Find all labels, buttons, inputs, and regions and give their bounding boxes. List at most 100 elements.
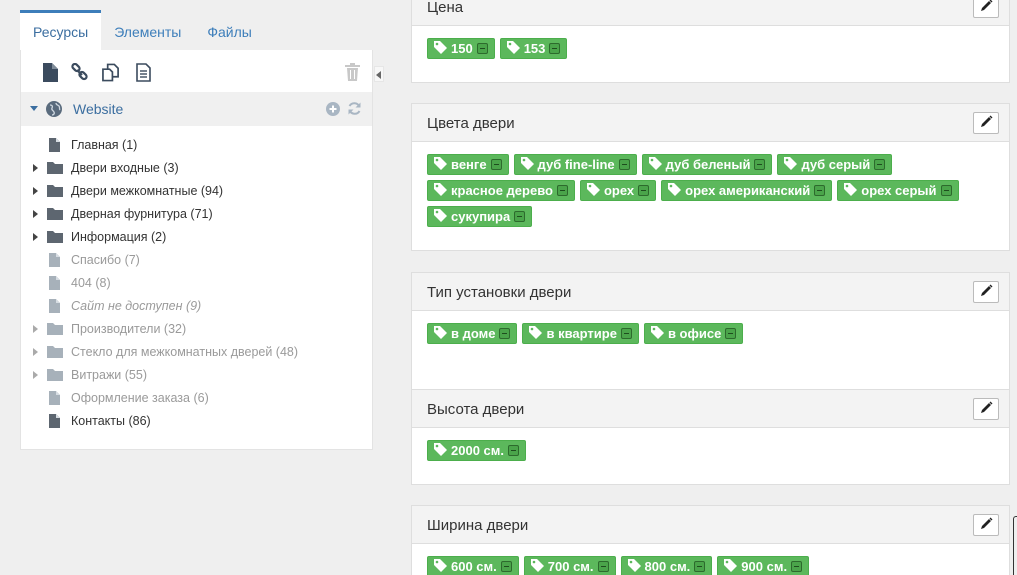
- tab-files[interactable]: Файлы: [194, 10, 264, 50]
- remove-tag-icon[interactable]: [725, 328, 737, 339]
- option-tag[interactable]: дуб беленый: [641, 154, 773, 175]
- tag-icon: [434, 325, 447, 342]
- option-tag[interactable]: в квартире: [522, 323, 639, 344]
- tree-node[interactable]: Двери межкомнатные (94): [21, 180, 372, 203]
- tree-node-label: Сайт не доступен (9): [71, 299, 202, 313]
- edit-button[interactable]: [973, 398, 999, 420]
- pencil-icon: [980, 401, 993, 417]
- remove-tag-icon[interactable]: [694, 561, 706, 572]
- expand-arrow-icon[interactable]: [33, 371, 38, 379]
- remove-tag-icon[interactable]: [549, 43, 561, 54]
- text-document-icon[interactable]: [134, 62, 152, 82]
- remove-tag-icon[interactable]: [500, 561, 512, 572]
- remove-tag-icon[interactable]: [476, 43, 488, 54]
- tab-resources[interactable]: Ресурсы: [20, 10, 102, 50]
- option-tag[interactable]: орех американский: [661, 180, 833, 201]
- tag-icon: [520, 156, 534, 173]
- folder-icon: [47, 230, 63, 246]
- remove-tag-icon[interactable]: [499, 328, 511, 339]
- edit-button[interactable]: [973, 281, 999, 303]
- option-tag[interactable]: красное дерево: [427, 180, 575, 201]
- remove-tag-icon[interactable]: [597, 561, 609, 572]
- add-resource-icon[interactable]: [326, 102, 340, 119]
- card-title: Тип установки двери: [427, 284, 572, 301]
- remove-tag-icon[interactable]: [638, 185, 650, 196]
- remove-tag-icon[interactable]: [874, 159, 886, 170]
- tree-node[interactable]: Дверная фурнитура (71): [21, 203, 372, 226]
- tab-elements[interactable]: Элементы: [101, 10, 194, 50]
- tag-label: сукупира: [451, 209, 511, 224]
- duplicate-icon[interactable]: [102, 62, 120, 82]
- refresh-icon[interactable]: [347, 101, 362, 119]
- tag-label: красное дерево: [451, 183, 553, 198]
- tree-node[interactable]: Информация (2): [21, 226, 372, 249]
- document-icon: [49, 299, 60, 316]
- expand-arrow-icon[interactable]: [33, 164, 38, 172]
- edit-button[interactable]: [973, 112, 999, 134]
- option-tag[interactable]: 900 см.: [717, 556, 810, 575]
- expand-arrow-icon[interactable]: [33, 187, 38, 195]
- option-tag[interactable]: орех серый: [837, 180, 959, 201]
- option-tag[interactable]: 600 см.: [427, 556, 519, 575]
- tag-label: дуб fine-line: [537, 157, 615, 172]
- folder-icon: [47, 368, 63, 384]
- expand-arrow-icon[interactable]: [33, 210, 38, 218]
- tree-root-website[interactable]: Website: [21, 92, 372, 126]
- tree-node[interactable]: Витражи (55): [21, 364, 372, 387]
- tag-label: орех: [603, 183, 635, 198]
- tree-node[interactable]: Оформление заказа (6): [21, 387, 372, 410]
- remove-tag-icon[interactable]: [814, 185, 826, 196]
- edit-button[interactable]: [973, 0, 999, 18]
- option-tag[interactable]: 700 см.: [523, 556, 616, 575]
- tree-node[interactable]: Спасибо (7): [21, 249, 372, 272]
- tag-list: 150 153: [412, 26, 1009, 64]
- tree-node[interactable]: Двери входные (3): [21, 157, 372, 180]
- option-tag[interactable]: 153: [499, 38, 568, 59]
- option-tag[interactable]: дуб серый: [777, 154, 893, 175]
- tag-list: венге дуб fine-line дуб беленый дуб серый кр…: [412, 142, 1009, 232]
- option-tag[interactable]: венге: [427, 154, 509, 175]
- remove-tag-icon[interactable]: [508, 445, 519, 456]
- resource-tree: Главная (1) Двери входные (3) Двери межком…: [21, 126, 372, 433]
- tree-node-label: Дверная фурнитура (71): [71, 207, 213, 221]
- tag-label: 153: [523, 41, 546, 56]
- document-icon: [49, 391, 60, 408]
- option-tag[interactable]: орех: [579, 180, 657, 201]
- new-document-icon[interactable]: [41, 62, 59, 82]
- option-tag[interactable]: 800 см.: [620, 556, 713, 575]
- expand-arrow-icon[interactable]: [33, 348, 38, 356]
- remove-tag-icon[interactable]: [754, 159, 766, 170]
- tag-icon: [844, 182, 858, 199]
- expand-arrow-icon[interactable]: [33, 233, 38, 241]
- expand-caret-icon[interactable]: [30, 106, 38, 111]
- option-tag[interactable]: 150: [427, 38, 495, 59]
- tree-node[interactable]: Контакты (86): [21, 410, 372, 433]
- remove-tag-icon[interactable]: [556, 185, 568, 196]
- remove-tag-icon[interactable]: [490, 159, 502, 170]
- remove-tag-icon[interactable]: [791, 561, 803, 572]
- remove-tag-icon[interactable]: [618, 159, 630, 170]
- tree-node[interactable]: Стекло для межкомнатных дверей (48): [21, 341, 372, 364]
- link-icon[interactable]: [71, 62, 89, 82]
- option-tag[interactable]: в доме: [427, 323, 518, 344]
- tree-toolbar: [21, 50, 372, 92]
- tag-icon: [434, 558, 447, 575]
- option-tag[interactable]: дуб fine-line: [513, 154, 637, 175]
- option-tag[interactable]: 2000 см.: [427, 440, 526, 461]
- tree-node[interactable]: 404 (8): [21, 272, 372, 295]
- tree-node[interactable]: Сайт не доступен (9): [21, 295, 372, 318]
- option-tag[interactable]: сукупира: [427, 206, 533, 227]
- expand-arrow-icon[interactable]: [33, 325, 38, 333]
- tree-node[interactable]: Главная (1): [21, 134, 372, 157]
- tag-icon: [529, 325, 543, 342]
- remove-tag-icon[interactable]: [514, 211, 526, 222]
- remove-tag-icon[interactable]: [940, 185, 952, 196]
- remove-tag-icon[interactable]: [620, 328, 632, 339]
- card-title: Ширина двери: [427, 517, 529, 534]
- option-tag[interactable]: в офисе: [643, 323, 744, 344]
- tree-node[interactable]: Производители (32): [21, 318, 372, 341]
- trash-icon[interactable]: [343, 62, 361, 82]
- edit-button[interactable]: [973, 514, 999, 536]
- tag-label: венге: [451, 157, 487, 172]
- collapse-panel-handle[interactable]: [374, 66, 384, 82]
